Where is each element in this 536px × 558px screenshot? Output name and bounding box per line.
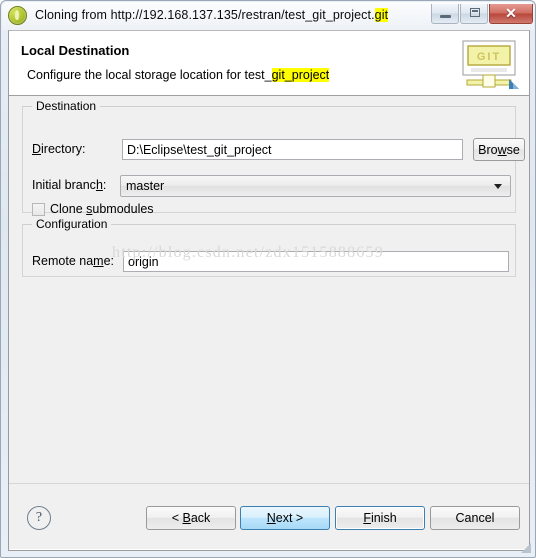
window-controls: ✕	[431, 4, 533, 24]
directory-label: Directory:	[32, 142, 85, 156]
titlebar[interactable]: Cloning from http://192.168.137.135/rest…	[1, 1, 536, 29]
remote-name-label: Remote name:	[32, 254, 114, 268]
remote-name-input[interactable]	[123, 251, 509, 272]
chevron-down-icon	[494, 184, 502, 189]
minimize-button[interactable]	[431, 4, 459, 24]
back-label-pre: <	[171, 511, 183, 525]
help-icon[interactable]: ?	[27, 506, 51, 530]
maximize-icon	[470, 8, 480, 17]
page-description-highlight: git_project	[271, 68, 330, 82]
page-description-prefix: Configure the local storage location for…	[27, 68, 272, 82]
next-label-post: ext >	[275, 511, 304, 525]
page-title: Local Destination	[21, 43, 130, 58]
clone-submodules-label-post: ubmodules	[92, 202, 154, 216]
initial-branch-label-pre: Initial branc	[32, 178, 96, 192]
browse-button[interactable]: Browse	[473, 138, 525, 161]
git-banner-icon: GIT	[462, 40, 519, 89]
clone-submodules-checkbox[interactable]: Clone submodules	[32, 202, 154, 216]
finish-button[interactable]: Finish	[335, 506, 425, 530]
maximize-button[interactable]	[460, 4, 488, 24]
directory-label-rest: irectory:	[41, 142, 86, 156]
initial-branch-combo[interactable]: master	[120, 175, 511, 197]
close-button[interactable]: ✕	[489, 4, 533, 24]
destination-group-legend: Destination	[32, 99, 101, 113]
clone-submodules-label-pre: Clone	[50, 202, 87, 216]
clone-submodules-label: Clone submodules	[50, 202, 154, 216]
finish-label-post: inish	[370, 511, 397, 525]
remote-name-label-pre: Remote na	[32, 254, 94, 268]
window-title-prefix: Cloning from http://192.168.137.135/rest…	[35, 8, 375, 22]
configuration-group-legend: Configuration	[32, 217, 112, 231]
page-description: Configure the local storage location for…	[27, 68, 330, 82]
window-title-highlight: git	[374, 8, 389, 22]
resize-grip-icon[interactable]	[520, 542, 532, 554]
initial-branch-label-accel: h	[95, 178, 103, 192]
initial-branch-label-post: :	[102, 178, 107, 192]
dialog-client-area: Local Destination Configure the local st…	[8, 30, 530, 551]
browse-label-post: se	[506, 142, 520, 157]
next-label-accel: N	[266, 511, 276, 525]
dialog-window: Cloning from http://192.168.137.135/rest…	[0, 0, 536, 558]
back-label-accel: B	[182, 511, 191, 525]
finish-label-accel: F	[363, 511, 371, 525]
clone-submodules-checkbox-box[interactable]	[32, 202, 45, 216]
initial-branch-label: Initial branch:	[32, 178, 106, 192]
destination-group: Destination Directory: Browse Initial br…	[22, 99, 525, 216]
wizard-page-body: Destination Directory: Browse Initial br…	[9, 97, 529, 484]
close-icon: ✕	[505, 5, 517, 21]
back-label-post: ack	[190, 511, 211, 525]
back-button[interactable]: < Back	[146, 506, 236, 530]
svg-text:GIT: GIT	[477, 51, 501, 63]
dialog-button-bar: ? < Back Next > Finish Cancel	[9, 483, 529, 550]
remote-name-label-post: e:	[103, 254, 115, 268]
window-title: Cloning from http://192.168.137.135/rest…	[35, 8, 389, 22]
cancel-button[interactable]: Cancel	[430, 506, 520, 530]
cancel-label: Cancel	[455, 511, 495, 525]
wizard-page-header: Local Destination Configure the local st…	[9, 31, 529, 96]
directory-label-accel: D	[32, 142, 42, 156]
browse-label-accel: w	[497, 142, 507, 157]
initial-branch-value: master	[126, 179, 165, 193]
egit-circle-icon	[8, 5, 27, 25]
browse-label-pre: Bro	[478, 142, 498, 157]
configuration-group: Configuration Remote name:	[22, 217, 516, 277]
remote-name-label-accel: m	[93, 254, 104, 268]
directory-input[interactable]	[122, 139, 463, 160]
minimize-icon	[440, 15, 451, 18]
next-button[interactable]: Next >	[240, 506, 330, 530]
